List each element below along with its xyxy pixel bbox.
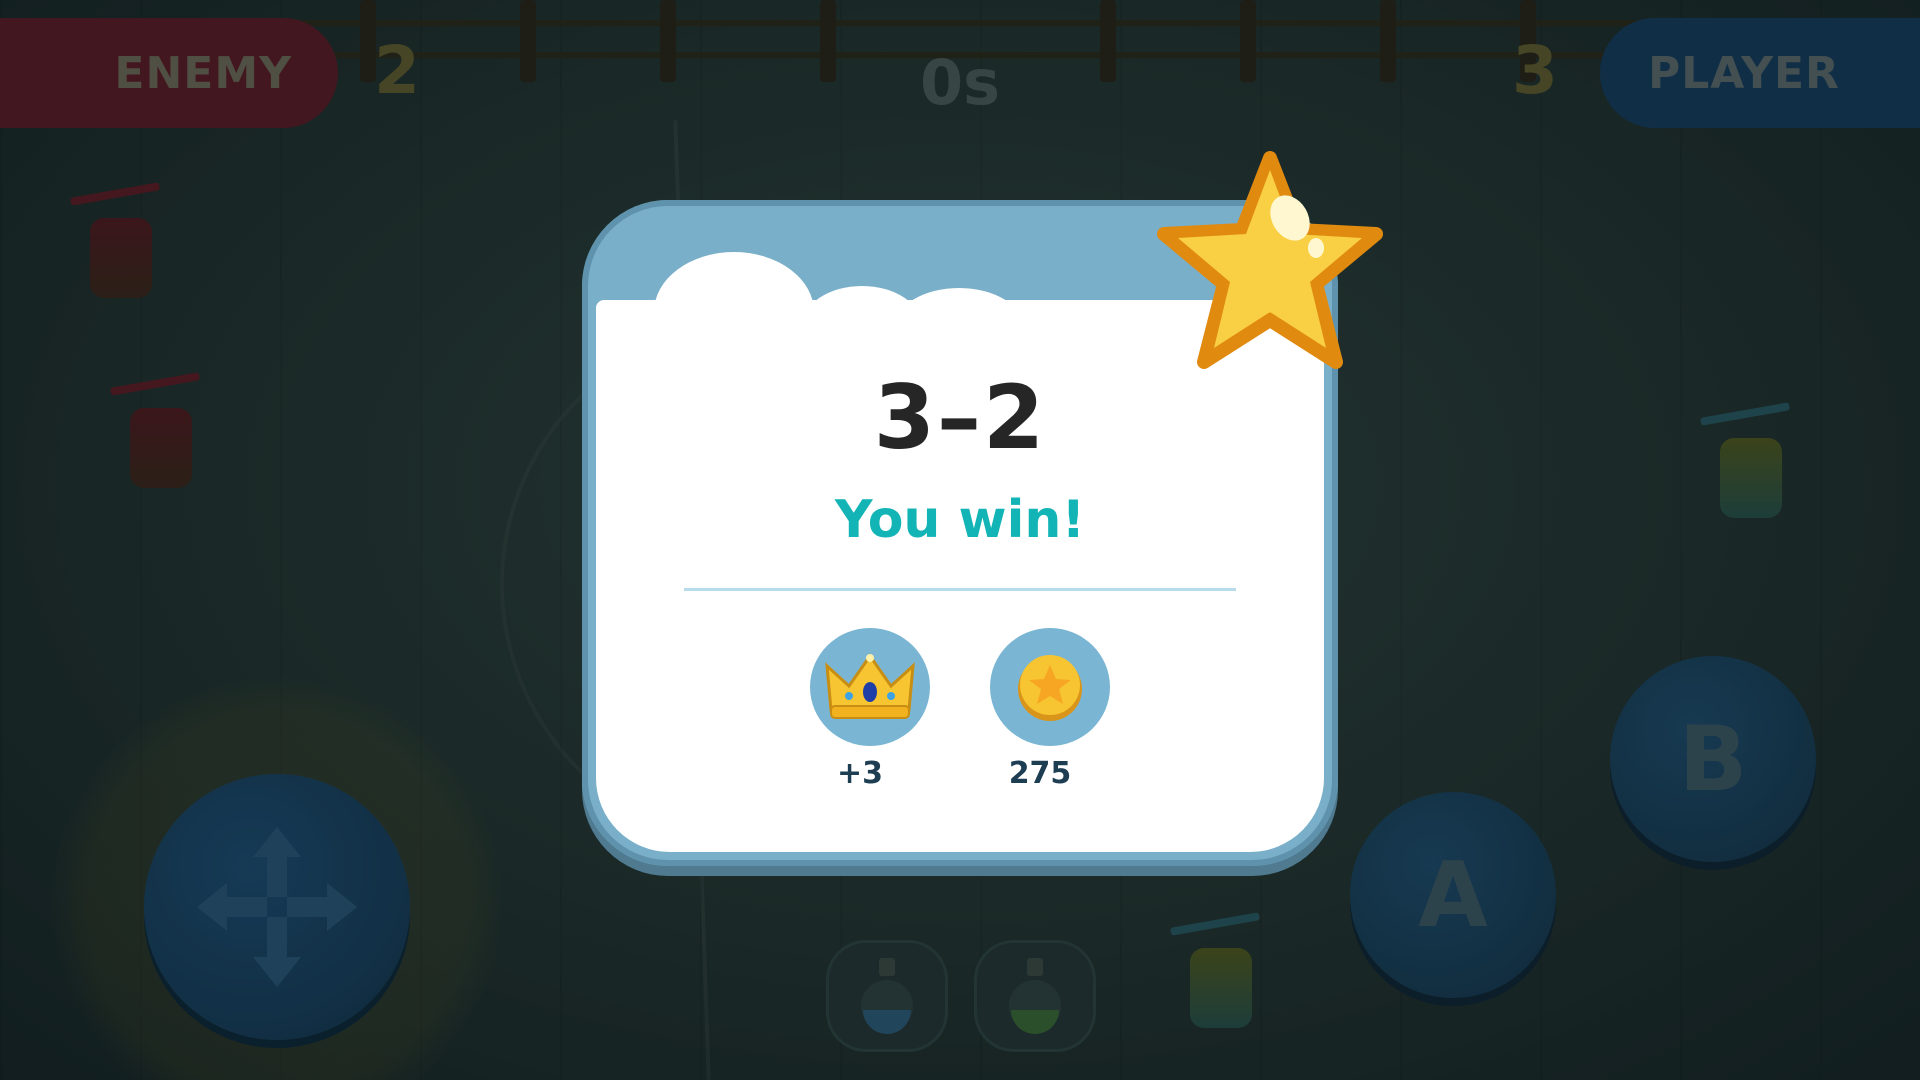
coin-icon bbox=[1018, 655, 1082, 721]
crown-icon bbox=[825, 653, 915, 719]
result-message: You win! bbox=[834, 490, 1086, 550]
crown-reward bbox=[810, 628, 930, 746]
coin-reward-value: 275 bbox=[1008, 756, 1072, 791]
cloud-decoration bbox=[894, 288, 1024, 368]
coin-reward bbox=[990, 628, 1110, 746]
crown-reward-value: +3 bbox=[836, 756, 883, 791]
final-score: 3–2 bbox=[873, 366, 1047, 469]
game-screen: ENEMY 2 0s 3 PLAYER A B 3–2 You win! +3 … bbox=[0, 0, 1920, 1080]
dialog-divider bbox=[684, 588, 1236, 591]
star-icon bbox=[1157, 151, 1383, 369]
